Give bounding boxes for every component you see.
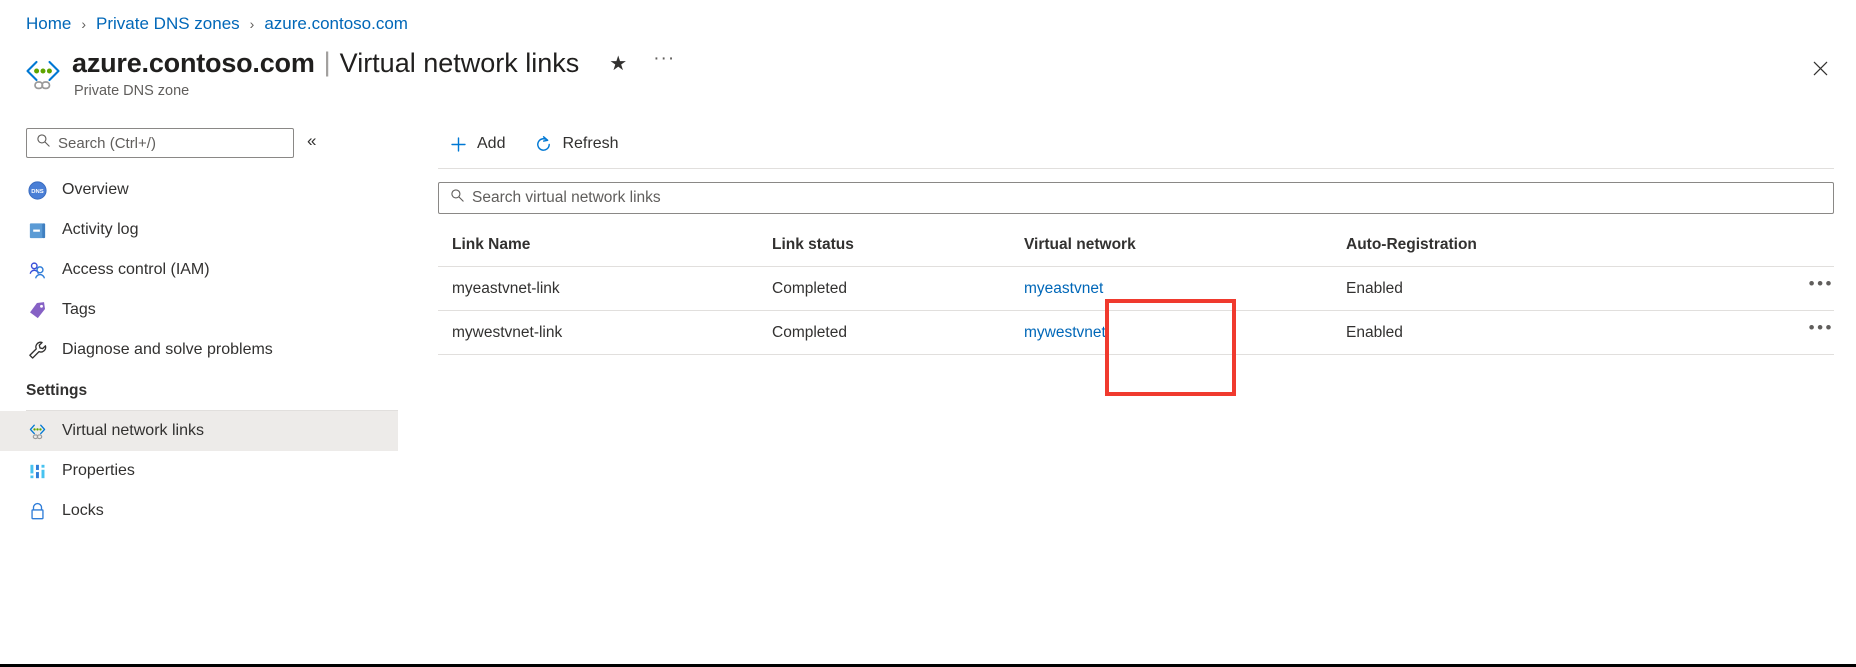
column-header-link-status[interactable]: Link status [758, 228, 1010, 267]
column-header-auto-registration[interactable]: Auto-Registration [1332, 228, 1776, 267]
grid-search-input[interactable] [472, 189, 1833, 207]
sidebar-item-access-control[interactable]: Access control (IAM) [0, 250, 398, 290]
resource-menu-sidebar: « DNS Overview [0, 120, 398, 664]
sidebar-item-label: Overview [62, 181, 129, 199]
page-subtitle-heading: Virtual network links [340, 48, 580, 79]
cell-row-actions: ••• [1776, 267, 1834, 311]
column-header-link-name[interactable]: Link Name [438, 228, 758, 267]
sidebar-item-label: Tags [62, 301, 96, 319]
search-icon [36, 133, 51, 153]
sidebar-item-overview[interactable]: DNS Overview [0, 170, 398, 210]
sidebar-item-locks[interactable]: Locks [0, 491, 398, 531]
toolbar-divider [438, 168, 1834, 169]
cell-row-actions: ••• [1776, 311, 1834, 355]
dns-zone-icon: DNS [26, 179, 48, 201]
private-dns-zone-link-icon [22, 54, 64, 96]
sidebar-item-label: Access control (IAM) [62, 261, 210, 279]
sidebar-item-label: Activity log [62, 221, 138, 239]
breadcrumb: Home › Private DNS zones › azure.contoso… [26, 12, 408, 36]
search-icon [450, 188, 465, 208]
cell-virtual-network: mywestvnet [1010, 311, 1332, 355]
column-header-actions [1776, 228, 1834, 267]
refresh-icon [533, 134, 553, 154]
star-icon[interactable]: ★ [609, 54, 627, 74]
cell-link-name: myeastvnet-link [438, 267, 758, 311]
close-icon[interactable] [1804, 52, 1836, 84]
breadcrumb-separator-icon: › [250, 17, 255, 31]
command-toolbar: Add Refresh [420, 120, 1856, 168]
sidebar-item-properties[interactable]: Properties [0, 451, 398, 491]
svg-text:DNS: DNS [31, 188, 44, 194]
refresh-button-label: Refresh [562, 135, 618, 153]
table-row[interactable]: myeastvnet-link Completed myeastvnet Ena… [438, 267, 1834, 311]
sidebar-item-tags[interactable]: Tags [0, 290, 398, 330]
sidebar-section-settings: Settings [0, 370, 398, 406]
table-row[interactable]: mywestvnet-link Completed mywestvnet Ena… [438, 311, 1834, 355]
sidebar-item-label: Virtual network links [62, 422, 204, 440]
cell-link-name: mywestvnet-link [438, 311, 758, 355]
column-header-virtual-network[interactable]: Virtual network [1010, 228, 1332, 267]
cell-auto-registration: Enabled [1332, 267, 1776, 311]
page-header: azure.contoso.com | Virtual network link… [22, 48, 675, 108]
cell-link-status: Completed [758, 267, 1010, 311]
grid-search[interactable] [438, 182, 1834, 214]
breadcrumb-item-azure-contoso-com[interactable]: azure.contoso.com [264, 14, 408, 34]
cell-virtual-network: myeastvnet [1010, 267, 1332, 311]
tags-icon [26, 299, 48, 321]
breadcrumb-item-home[interactable]: Home [26, 14, 71, 34]
azure-portal-screen: Home › Private DNS zones › azure.contoso… [0, 0, 1856, 667]
virtual-network-links-table: Link Name Link status Virtual network Au… [438, 228, 1834, 355]
resource-menu-list: DNS Overview Activity log [0, 170, 398, 531]
virtual-network-link[interactable]: myeastvnet [1024, 280, 1103, 297]
cell-auto-registration: Enabled [1332, 311, 1776, 355]
sidebar-item-label: Properties [62, 462, 135, 480]
page-title: azure.contoso.com [72, 48, 315, 79]
breadcrumb-separator-icon: › [81, 17, 86, 31]
properties-icon [26, 460, 48, 482]
sidebar-item-virtual-network-links[interactable]: Virtual network links [0, 411, 398, 451]
virtual-network-links-icon [26, 420, 48, 442]
cell-link-status: Completed [758, 311, 1010, 355]
main-content: Add Refresh [420, 120, 1856, 664]
sidebar-item-diagnose-and-solve-problems[interactable]: Diagnose and solve problems [0, 330, 398, 370]
add-button[interactable]: Add [438, 128, 515, 160]
search-input[interactable] [58, 135, 293, 152]
double-chevron-left-icon[interactable]: « [307, 132, 316, 149]
ellipsis-icon[interactable]: ··· [653, 48, 675, 70]
breadcrumb-item-private-dns-zones[interactable]: Private DNS zones [96, 14, 240, 34]
activity-log-icon [26, 219, 48, 241]
resource-type-label: Private DNS zone [74, 83, 675, 99]
sidebar-item-label: Diagnose and solve problems [62, 341, 273, 359]
lock-icon [26, 500, 48, 522]
plus-icon [448, 134, 468, 154]
title-separator: | [324, 47, 331, 78]
sidebar-search[interactable] [26, 128, 294, 158]
row-context-menu-icon[interactable]: ••• [1809, 319, 1834, 336]
row-context-menu-icon[interactable]: ••• [1809, 275, 1834, 292]
access-control-icon [26, 259, 48, 281]
table-header-row: Link Name Link status Virtual network Au… [438, 228, 1834, 267]
refresh-button[interactable]: Refresh [523, 128, 628, 160]
virtual-network-link[interactable]: mywestvnet [1024, 324, 1106, 341]
sidebar-item-activity-log[interactable]: Activity log [0, 210, 398, 250]
sidebar-item-label: Locks [62, 502, 104, 520]
add-button-label: Add [477, 135, 505, 153]
wrench-icon [26, 339, 48, 361]
